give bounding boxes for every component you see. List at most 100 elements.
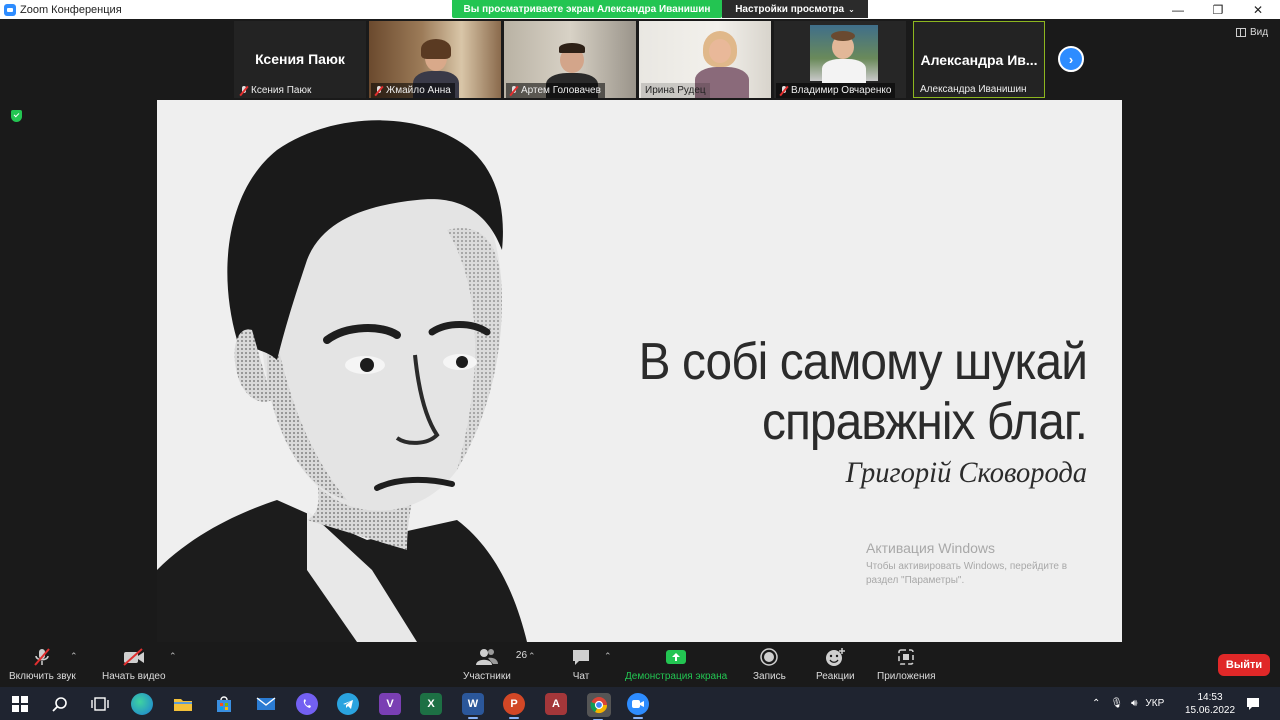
- participant-name-big: Ксения Паюк: [255, 51, 345, 67]
- participants-count: 26: [515, 650, 528, 661]
- participant-label: Артем Головачев: [506, 83, 605, 98]
- file-explorer-icon[interactable]: [172, 693, 194, 715]
- windows-activation-watermark: Активация Windows Чтобы активировать Win…: [866, 540, 1086, 588]
- microphone-tray-icon[interactable]: 🎙︎: [1110, 698, 1123, 709]
- chat-bubble-icon: [571, 647, 591, 667]
- record-button[interactable]: Запись: [753, 647, 786, 682]
- participants-label: Участники: [463, 671, 511, 682]
- mic-muted-icon: [32, 647, 52, 667]
- volume-icon[interactable]: 🔊︎: [1131, 698, 1137, 709]
- mic-muted-icon: [375, 85, 383, 96]
- view-button[interactable]: Вид: [1236, 27, 1268, 38]
- apps-icon: [897, 647, 915, 667]
- mic-muted-icon: [240, 85, 248, 96]
- participant-label: Ксения Паюк: [236, 83, 315, 98]
- participant-label: Александра Иванишин: [916, 82, 1031, 97]
- video-options-caret-icon[interactable]: ⌃: [169, 651, 177, 662]
- participant-tile[interactable]: Ирина Рудец: [639, 21, 771, 98]
- share-screen-button[interactable]: Демонстрация экрана: [625, 647, 727, 682]
- word-letter: W: [467, 698, 479, 710]
- video-off-icon: [122, 647, 146, 667]
- participant-tile-speaking[interactable]: Александра Ив... Александра Иванишин: [913, 21, 1045, 98]
- reactions-button[interactable]: Реакции: [816, 647, 855, 682]
- chat-button[interactable]: Чат: [571, 647, 591, 682]
- excel-icon[interactable]: X: [420, 693, 442, 715]
- quote-author: Григорій Сковорода: [845, 456, 1087, 489]
- slide-quote: В собі самому шукай справжніх благ. Григ…: [547, 332, 1088, 490]
- word-icon[interactable]: W: [462, 693, 484, 719]
- chevron-right-icon: ›: [1068, 51, 1074, 67]
- zoom-taskbar-icon[interactable]: [627, 693, 649, 719]
- windows-start-icon[interactable]: [9, 693, 31, 715]
- participant-tile[interactable]: Владимир Овчаренко: [774, 21, 906, 98]
- encryption-shield-icon[interactable]: [11, 110, 22, 122]
- unmute-button[interactable]: Включить звук: [9, 647, 76, 682]
- taskbar-clock[interactable]: 14:53 15.06.2022: [1180, 691, 1240, 717]
- quote-line-2: справжніх благ.: [761, 393, 1088, 451]
- zoom-app: Zoom Конференция — ❐ ✕ Вы просматриваете…: [0, 0, 1280, 720]
- participant-name: Владимир Овчаренко: [791, 85, 892, 96]
- participant-name: Александра Иванишин: [920, 84, 1027, 95]
- participants-options-caret-icon[interactable]: ⌃: [528, 651, 536, 662]
- participant-tile[interactable]: Жмайло Анна: [369, 21, 501, 98]
- view-options-label: Настройки просмотра: [735, 3, 845, 15]
- system-tray: ⌃ 🎙︎ 🔊︎ УКР: [1092, 687, 1164, 720]
- notifications-icon[interactable]: [1242, 693, 1264, 715]
- apps-label: Приложения: [877, 671, 936, 682]
- quote-line-1: В собі самому шукай: [638, 333, 1088, 391]
- apps-button[interactable]: Приложения: [877, 647, 936, 682]
- chat-options-caret-icon[interactable]: ⌃: [604, 651, 612, 662]
- zoom-logo-icon: [4, 3, 16, 16]
- store-icon[interactable]: [213, 693, 235, 715]
- reactions-label: Реакции: [816, 671, 855, 682]
- next-participants-button[interactable]: ›: [1058, 46, 1084, 72]
- record-label: Запись: [753, 671, 786, 682]
- smiley-plus-icon: [824, 647, 846, 667]
- telegram-icon[interactable]: [337, 693, 359, 715]
- access-icon[interactable]: A: [545, 693, 567, 715]
- audio-options-caret-icon[interactable]: ⌃: [70, 651, 78, 662]
- viber-icon[interactable]: [296, 693, 318, 715]
- participant-tile[interactable]: Артем Головачев: [504, 21, 636, 98]
- activation-text: Чтобы активировать Windows, перейдите в …: [866, 561, 1068, 586]
- chrome-icon[interactable]: [587, 693, 611, 720]
- access-letter: A: [552, 698, 560, 710]
- minimize-button[interactable]: —: [1160, 0, 1196, 19]
- participant-name-big: Александра Ив...: [920, 52, 1038, 68]
- participant-label: Владимир Овчаренко: [776, 83, 896, 98]
- meeting-area: Ксения Паюк Ксения Паюк Жмайло Анна Арте…: [0, 19, 1280, 643]
- shared-screen: В собі самому шукай справжніх благ. Григ…: [157, 100, 1122, 642]
- view-label: Вид: [1250, 27, 1269, 38]
- share-screen-label: Демонстрация экрана: [625, 671, 728, 682]
- powerpoint-icon[interactable]: P: [503, 693, 525, 719]
- clock-time: 14:53: [1197, 692, 1223, 703]
- window-title: Zoom Конференция: [20, 3, 122, 16]
- participant-label: Ирина Рудец: [641, 83, 710, 98]
- mic-muted-icon: [780, 85, 788, 96]
- powerpoint-letter: P: [510, 698, 518, 710]
- maximize-button[interactable]: ❐: [1200, 0, 1236, 19]
- tray-expand-icon[interactable]: ⌃: [1092, 698, 1100, 709]
- excel-letter: X: [427, 698, 435, 710]
- meeting-toolbar: Включить звук ⌃ Начать видео ⌃ 26 Участн…: [0, 643, 1280, 687]
- participants-button[interactable]: 26 Участники: [463, 647, 527, 682]
- keyboard-language[interactable]: УКР: [1145, 698, 1164, 709]
- edge-browser-icon[interactable]: [131, 693, 153, 715]
- participants-icon: 26: [475, 647, 527, 667]
- view-options-button[interactable]: Настройки просмотра ⌄: [722, 0, 868, 18]
- windows-taskbar: V X W P A ⌃ 🎙︎ 🔊︎ УКР 14:53 15.06.2022: [0, 687, 1280, 720]
- visual-studio-icon[interactable]: V: [379, 693, 401, 715]
- start-video-button[interactable]: Начать видео: [102, 647, 166, 682]
- mic-muted-icon: [510, 85, 518, 96]
- leave-meeting-button[interactable]: Выйти: [1218, 654, 1270, 676]
- chat-label: Чат: [572, 671, 590, 682]
- participant-tile[interactable]: Ксения Паюк Ксения Паюк: [234, 21, 366, 98]
- participant-name: Ирина Рудец: [645, 85, 706, 96]
- mail-icon[interactable]: [255, 693, 277, 715]
- task-view-icon[interactable]: [89, 693, 111, 715]
- view-grid-icon: [1236, 28, 1246, 37]
- clock-date: 15.06.2022: [1184, 705, 1236, 716]
- participant-name: Жмайло Анна: [386, 85, 451, 96]
- close-button[interactable]: ✕: [1240, 0, 1276, 19]
- search-icon[interactable]: [49, 693, 71, 715]
